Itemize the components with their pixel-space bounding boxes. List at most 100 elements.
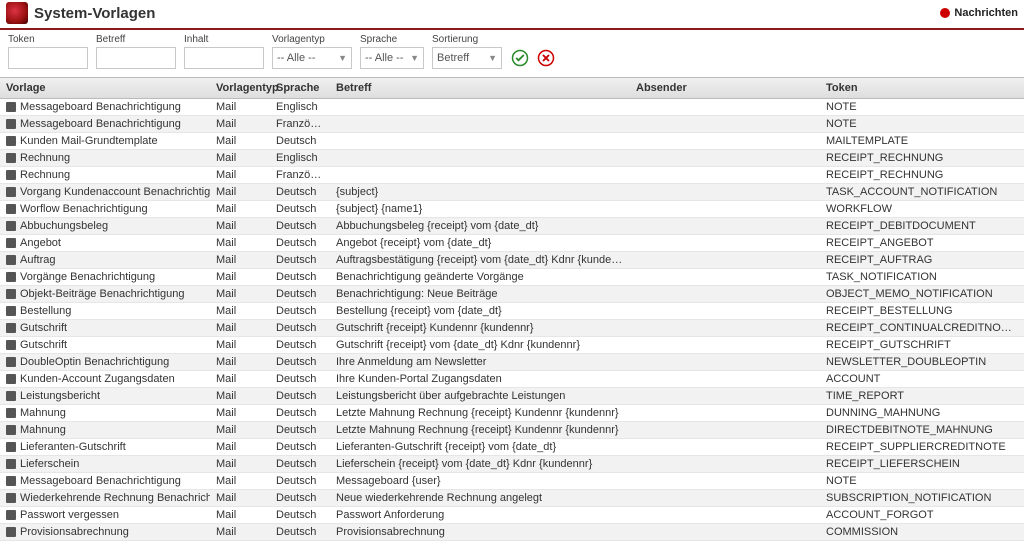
filter-vorlagentyp-select[interactable]: -- Alle -- ▼ xyxy=(272,47,352,69)
table-row[interactable]: AngebotMailDeutschAngebot {receipt} vom … xyxy=(0,235,1024,252)
template-icon xyxy=(6,408,16,418)
cell-token: WORKFLOW xyxy=(820,201,1020,217)
filter-sprache-select[interactable]: -- Alle -- ▼ xyxy=(360,47,424,69)
news-button[interactable]: Nachrichten xyxy=(940,7,1018,19)
table-row[interactable]: MahnungMailDeutschLetzte Mahnung Rechnun… xyxy=(0,422,1024,439)
filter-token-input[interactable] xyxy=(8,47,88,69)
cell-betreff: Passwort Anforderung xyxy=(330,507,630,523)
filter-betreff-label: Betreff xyxy=(96,34,176,45)
table-row[interactable]: LieferscheinMailDeutschLieferschein {rec… xyxy=(0,456,1024,473)
template-icon xyxy=(6,238,16,248)
table-row[interactable]: Vorgänge BenachrichtigungMailDeutschBena… xyxy=(0,269,1024,286)
col-sprache[interactable]: Sprache xyxy=(270,78,330,98)
cell-vorlage: Gutschrift xyxy=(20,339,67,351)
table-row[interactable]: AbbuchungsbelegMailDeutschAbbuchungsbele… xyxy=(0,218,1024,235)
table-row[interactable]: AuftragMailDeutschAuftragsbestätigung {r… xyxy=(0,252,1024,269)
cell-vorlage: Messageboard Benachrichtigung xyxy=(20,475,181,487)
cell-absender xyxy=(630,173,820,177)
table-row[interactable]: GutschriftMailDeutschGutschrift {receipt… xyxy=(0,337,1024,354)
template-icon xyxy=(6,357,16,367)
cell-betreff: Provisionsabrechnung xyxy=(330,524,630,540)
cell-vorlage: Angebot xyxy=(20,237,61,249)
table-row[interactable]: BestellungMailDeutschBestellung {receipt… xyxy=(0,303,1024,320)
template-icon xyxy=(6,306,16,316)
filter-sortierung-select[interactable]: Betreff ▼ xyxy=(432,47,502,69)
col-token[interactable]: Token xyxy=(820,78,1020,98)
col-vorlage[interactable]: Vorlage xyxy=(0,78,210,98)
news-label: Nachrichten xyxy=(954,7,1018,19)
filter-sprache-label: Sprache xyxy=(360,34,424,45)
col-vorlagentyp[interactable]: Vorlagentyp xyxy=(210,78,270,98)
table-row[interactable]: Messageboard BenachrichtigungMailEnglisc… xyxy=(0,99,1024,116)
cell-vorlage: Leistungsbericht xyxy=(20,390,100,402)
filter-sprache: Sprache -- Alle -- ▼ xyxy=(360,34,424,69)
apply-filter-button[interactable] xyxy=(510,48,530,68)
template-icon xyxy=(6,119,16,129)
cell-absender xyxy=(630,530,820,534)
cell-typ: Mail xyxy=(210,507,270,523)
cell-absender xyxy=(630,513,820,517)
table-row[interactable]: Lieferanten-GutschriftMailDeutschLiefera… xyxy=(0,439,1024,456)
template-icon xyxy=(6,476,16,486)
cell-vorlage: Auftrag xyxy=(20,254,55,266)
cell-absender xyxy=(630,275,820,279)
cell-vorlage: Objekt-Beiträge Benachrichtigung xyxy=(20,288,184,300)
table-row[interactable]: LeistungsberichtMailDeutschLeistungsberi… xyxy=(0,388,1024,405)
status-dot-icon xyxy=(940,8,950,18)
cell-typ: Mail xyxy=(210,490,270,506)
template-icon xyxy=(6,493,16,503)
table-row[interactable]: RechnungMailEnglischRECEIPT_RECHNUNG xyxy=(0,150,1024,167)
cell-typ: Mail xyxy=(210,388,270,404)
cell-absender xyxy=(630,139,820,143)
cell-token: SUBSCRIPTION_NOTIFICATION xyxy=(820,490,1020,506)
cell-sprache: Deutsch xyxy=(270,524,330,540)
cell-typ: Mail xyxy=(210,184,270,200)
cell-sprache: Französisch xyxy=(270,167,330,183)
clear-filter-button[interactable] xyxy=(536,48,556,68)
filter-inhalt: Inhalt xyxy=(184,34,264,69)
cell-sprache: Deutsch xyxy=(270,133,330,149)
cell-vorlage: Bestellung xyxy=(20,305,71,317)
filter-betreff-input[interactable] xyxy=(96,47,176,69)
cell-typ: Mail xyxy=(210,422,270,438)
cell-typ: Mail xyxy=(210,252,270,268)
cell-vorlage: Messageboard Benachrichtigung xyxy=(20,101,181,113)
table-row[interactable]: Messageboard BenachrichtigungMailDeutsch… xyxy=(0,473,1024,490)
table-row[interactable]: Kunden Mail-GrundtemplateMailDeutschMAIL… xyxy=(0,133,1024,150)
cell-betreff: Angebot {receipt} vom {date_dt} xyxy=(330,235,630,251)
app-logo-icon xyxy=(6,2,28,24)
table-row[interactable]: Wiederkehrende Rechnung Benachrichtigung… xyxy=(0,490,1024,507)
cell-betreff: Ihre Kunden-Portal Zugangsdaten xyxy=(330,371,630,387)
cell-absender xyxy=(630,309,820,313)
cell-token: RECEIPT_RECHNUNG xyxy=(820,150,1020,166)
col-absender[interactable]: Absender xyxy=(630,78,820,98)
cell-typ: Mail xyxy=(210,235,270,251)
table-row[interactable]: Worflow BenachrichtigungMailDeutsch{subj… xyxy=(0,201,1024,218)
table-row[interactable]: Vorgang Kundenaccount BenachrichtigungMa… xyxy=(0,184,1024,201)
chevron-down-icon: ▼ xyxy=(410,53,419,63)
table-row[interactable]: DoubleOptin BenachrichtigungMailDeutschI… xyxy=(0,354,1024,371)
filter-vorlagentyp-value: -- Alle -- xyxy=(277,52,316,64)
cell-sprache: Deutsch xyxy=(270,269,330,285)
filter-sortierung: Sortierung Betreff ▼ xyxy=(432,34,502,69)
filter-betreff: Betreff xyxy=(96,34,176,69)
cell-token: NOTE xyxy=(820,473,1020,489)
table-row[interactable]: RechnungMailFranzösischRECEIPT_RECHNUNG xyxy=(0,167,1024,184)
table-row[interactable]: Objekt-Beiträge BenachrichtigungMailDeut… xyxy=(0,286,1024,303)
template-icon xyxy=(6,187,16,197)
table-row[interactable]: Messageboard BenachrichtigungMailFranzös… xyxy=(0,116,1024,133)
filter-inhalt-input[interactable] xyxy=(184,47,264,69)
col-betreff[interactable]: Betreff xyxy=(330,78,630,98)
cell-betreff: Gutschrift {receipt} vom {date_dt} Kdnr … xyxy=(330,337,630,353)
filter-sortierung-label: Sortierung xyxy=(432,34,502,45)
cell-vorlage: Wiederkehrende Rechnung Benachrichtigung xyxy=(20,492,210,504)
table-row[interactable]: Kunden-Account ZugangsdatenMailDeutschIh… xyxy=(0,371,1024,388)
table-row[interactable]: GutschriftMailDeutschGutschrift {receipt… xyxy=(0,320,1024,337)
cell-sprache: Deutsch xyxy=(270,354,330,370)
template-icon xyxy=(6,374,16,384)
cell-vorlage: Kunden Mail-Grundtemplate xyxy=(20,135,158,147)
table-row[interactable]: Passwort vergessenMailDeutschPasswort An… xyxy=(0,507,1024,524)
table-row[interactable]: MahnungMailDeutschLetzte Mahnung Rechnun… xyxy=(0,405,1024,422)
cell-betreff xyxy=(330,156,630,160)
cell-sprache: Deutsch xyxy=(270,490,330,506)
